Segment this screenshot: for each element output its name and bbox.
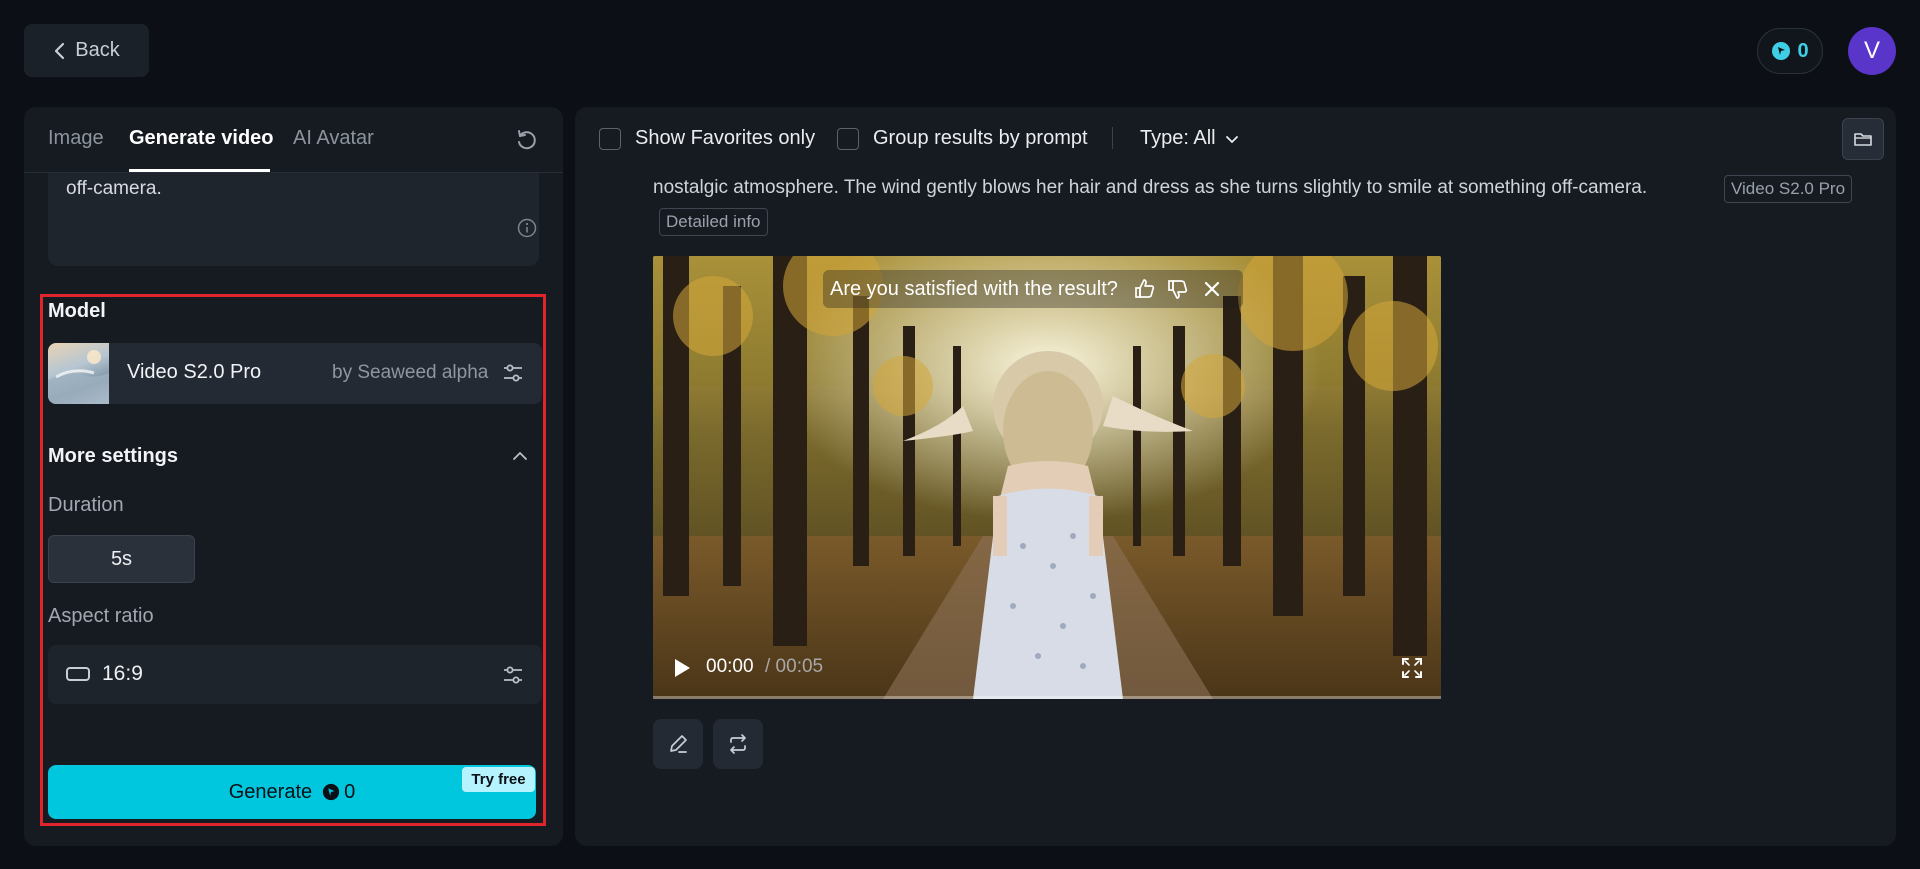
- credits-balance[interactable]: 0: [1757, 28, 1823, 74]
- video-current-time: 00:00: [706, 656, 754, 677]
- aspect-ratio-label: Aspect ratio: [48, 605, 154, 627]
- avatar-initial: V: [1863, 37, 1880, 64]
- result-prompt-text: nostalgic atmosphere. The wind gently bl…: [653, 177, 1648, 198]
- type-filter-dropdown[interactable]: Type: All: [1140, 127, 1240, 150]
- detailed-info-button[interactable]: Detailed info: [659, 208, 768, 236]
- folder-button[interactable]: [1842, 118, 1884, 160]
- folder-icon: [1854, 133, 1872, 146]
- aspect-ratio-icon: [66, 667, 90, 681]
- chevron-left-icon: [55, 42, 65, 59]
- model-thumbnail: [48, 343, 109, 404]
- sliders-icon[interactable]: [501, 361, 525, 385]
- try-free-badge: Try free: [462, 767, 535, 792]
- chevron-down-icon: [1225, 135, 1238, 143]
- aspect-ratio-selector[interactable]: 16:9: [48, 645, 542, 704]
- info-icon[interactable]: [516, 217, 538, 239]
- toolbar-divider: [1112, 127, 1113, 149]
- generate-cost: 0: [322, 781, 355, 804]
- group-results-label[interactable]: Group results by prompt: [873, 127, 1088, 150]
- thumbs-up-icon[interactable]: [1133, 277, 1157, 301]
- repeat-icon: [730, 734, 746, 754]
- credit-coin-icon: [1772, 42, 1791, 60]
- tab-image[interactable]: Image: [48, 127, 104, 150]
- model-name: Video S2.0 Pro: [127, 361, 262, 383]
- duration-option-5s[interactable]: 5s: [48, 535, 195, 583]
- reset-icon[interactable]: [514, 127, 540, 153]
- show-favorites-checkbox[interactable]: [599, 128, 621, 150]
- chevron-up-icon[interactable]: [509, 445, 531, 467]
- credit-coin-icon: [323, 783, 340, 801]
- edit-button[interactable]: [653, 719, 703, 769]
- regenerate-button[interactable]: [713, 719, 763, 769]
- sliders-icon[interactable]: [501, 663, 525, 687]
- user-avatar[interactable]: V: [1848, 27, 1896, 75]
- more-settings-heading[interactable]: More settings: [48, 445, 178, 468]
- prompt-textarea[interactable]: off-camera.: [48, 173, 539, 266]
- type-filter-label: Type: All: [1140, 127, 1216, 149]
- video-frame: [653, 256, 1441, 699]
- video-progress-bar[interactable]: [653, 696, 1441, 699]
- group-results-checkbox[interactable]: [837, 128, 859, 150]
- credits-count: 0: [1797, 39, 1809, 62]
- tab-generate-video[interactable]: Generate video: [129, 127, 274, 150]
- tab-bar: Image Generate video AI Avatar: [24, 107, 563, 173]
- generate-cost-value: 0: [344, 780, 356, 803]
- model-tag: Video S2.0 Pro: [1724, 175, 1853, 203]
- model-selector[interactable]: Video S2.0 Pro by Seaweed alpha: [48, 343, 542, 404]
- back-label: Back: [75, 39, 120, 61]
- active-tab-indicator: [129, 169, 270, 172]
- prompt-text: off-camera.: [66, 178, 162, 199]
- model-provider: by Seaweed alpha: [332, 362, 489, 383]
- fullscreen-icon[interactable]: [1400, 656, 1424, 680]
- close-icon[interactable]: [1200, 277, 1224, 301]
- model-heading: Model: [48, 300, 106, 322]
- video-player[interactable]: [653, 256, 1441, 699]
- aspect-ratio-value: 16:9: [102, 662, 143, 685]
- back-button[interactable]: Back: [24, 24, 149, 77]
- duration-label: Duration: [48, 494, 124, 516]
- play-icon[interactable]: [672, 657, 692, 679]
- pencil-icon: [670, 735, 687, 753]
- generate-label: Generate: [228, 780, 313, 803]
- tab-ai-avatar[interactable]: AI Avatar: [293, 127, 374, 150]
- video-total-time: / 00:05: [765, 656, 824, 677]
- feedback-question: Are you satisfied with the result?: [830, 278, 1118, 300]
- show-favorites-label[interactable]: Show Favorites only: [635, 127, 815, 150]
- thumbs-down-icon[interactable]: [1166, 277, 1190, 301]
